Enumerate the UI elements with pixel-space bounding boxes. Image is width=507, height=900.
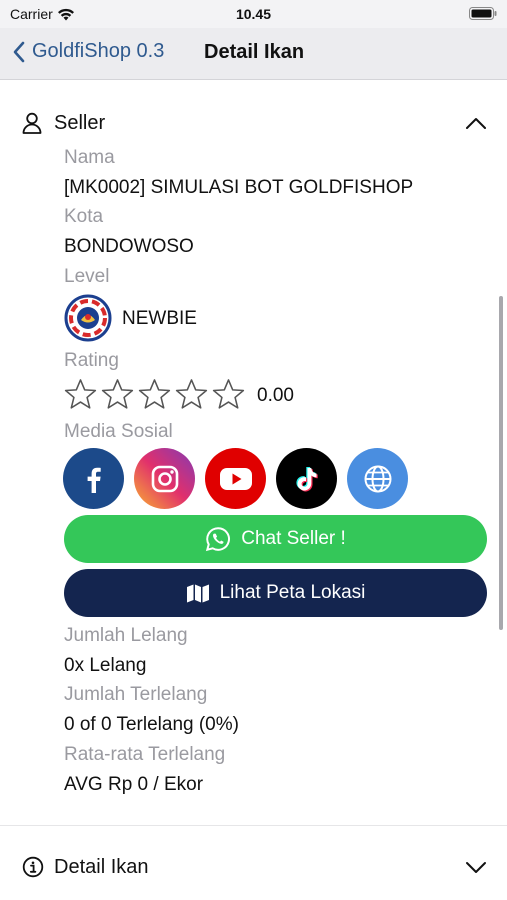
level-label: Level [64,266,110,287]
jumlah-terlelang-label: Jumlah Terlelang [64,684,208,705]
star-icon [101,379,134,409]
tiktok-icon [295,466,318,491]
chat-seller-button[interactable]: Chat Seller ! [64,515,487,563]
battery-icon [469,7,497,20]
info-icon [22,856,44,878]
facebook-button[interactable] [63,448,124,509]
rating-label: Rating [64,350,119,371]
youtube-icon [219,467,252,490]
chevron-up-icon [466,118,486,129]
star-icon [175,379,208,409]
seller-section-title: Seller [54,111,106,134]
back-button[interactable]: GoldfiShop 0.3 [12,40,164,63]
whatsapp-icon [206,527,231,552]
chevron-left-icon [13,41,25,62]
rating-stars [64,378,245,411]
nama-label: Nama [64,147,115,168]
chat-seller-label: Chat Seller ! [241,528,346,549]
star-icon [138,379,171,409]
scroll-indicator[interactable] [499,296,503,630]
lihat-peta-label: Lihat Peta Lokasi [219,582,366,603]
facebook-icon [87,467,101,493]
star-icon [212,379,245,409]
kota-value: BONDOWOSO [64,236,194,257]
map-icon [186,584,209,603]
nama-value: [MK0002] SIMULASI BOT GOLDFISHOP [64,177,414,198]
status-bar: Carrier 10.45 [0,0,507,28]
detail-ikan-section-title: Detail Ikan [54,855,149,878]
jumlah-terlelang-value: 0 of 0 Terlelang (0%) [64,714,239,735]
youtube-button[interactable] [205,448,266,509]
rata-terlelang-label: Rata-rata Terlelang [64,744,226,765]
instagram-button[interactable] [134,448,195,509]
seller-section-header[interactable]: Seller [0,103,507,143]
user-icon [22,112,42,134]
detail-ikan-section-header[interactable]: Detail Ikan [0,847,507,887]
rata-terlelang-value: AVG Rp 0 / Ekor [64,774,204,795]
chevron-down-icon [466,862,486,873]
back-label: GoldfiShop 0.3 [32,40,165,62]
website-button[interactable] [347,448,408,509]
level-badge-icon [64,294,112,342]
lihat-peta-button[interactable]: Lihat Peta Lokasi [64,569,487,617]
globe-icon [364,465,391,492]
status-time: 10.45 [235,6,272,22]
instagram-icon [151,465,178,492]
tiktok-button[interactable] [276,448,337,509]
star-icon [64,379,97,409]
jumlah-lelang-label: Jumlah Lelang [64,625,188,646]
section-divider [0,825,507,826]
level-value: NEWBIE [122,308,197,329]
media-sosial-label: Media Sosial [64,421,173,442]
kota-label: Kota [64,206,104,227]
jumlah-lelang-value: 0x Lelang [64,655,147,676]
navigation-bar: GoldfiShop 0.3 Detail Ikan [0,28,507,80]
rating-value: 0.00 [257,385,294,406]
page-title: Detail Ikan [204,41,305,63]
